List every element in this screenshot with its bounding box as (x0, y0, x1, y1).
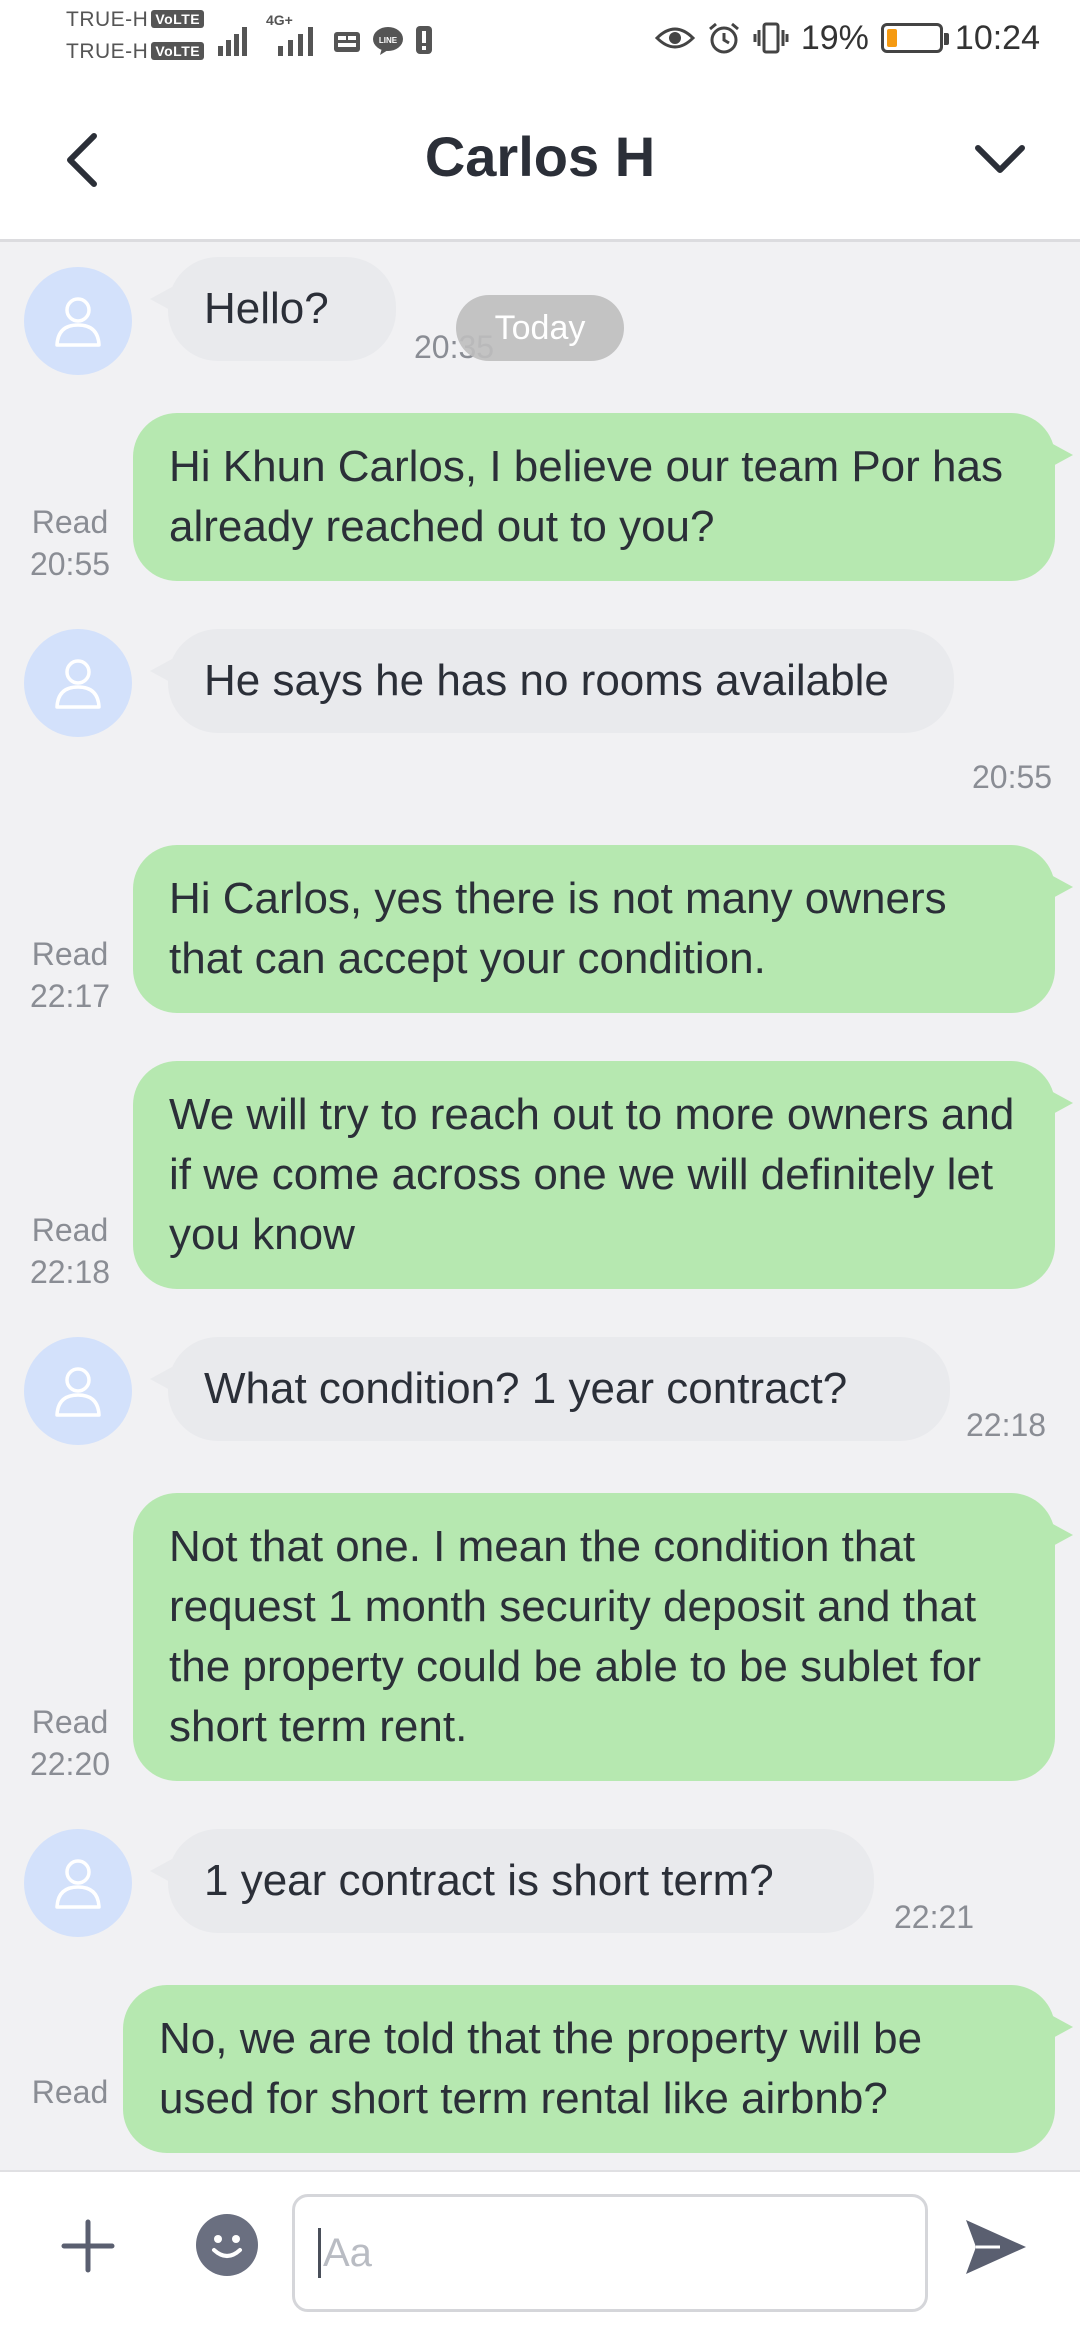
carrier-label-1: TRUE-H VoLTE (66, 8, 205, 32)
carrier-label-2: TRUE-H VoLTE (66, 40, 205, 64)
battery-percent: 19% (800, 18, 869, 57)
clock: 10:24 (954, 18, 1040, 57)
text-caret (318, 2228, 321, 2278)
status-bar: TRUE-H VoLTE TRUE-H VoLTE 4G+ LINE 19% 10:… (0, 0, 1080, 78)
read-receipt: Read 20:55 (29, 504, 111, 582)
avatar[interactable] (24, 1829, 132, 1937)
volte-badge: VoLTE (151, 42, 205, 60)
signal-icon (218, 27, 247, 56)
user-icon (55, 1859, 101, 1909)
message-time: 20:55 (972, 759, 1053, 795)
chat-header: Carlos H (0, 78, 1080, 242)
message-time: 22:21 (894, 1899, 975, 1935)
signal-4g-icon: 4G+ (262, 12, 322, 56)
battery-icon (880, 23, 949, 53)
add-attachment-button[interactable] (58, 2216, 118, 2276)
avatar[interactable] (24, 1337, 132, 1445)
message-list[interactable]: Hello? 20:35 Today Read 20:55 Hi Khun Ca… (0, 245, 1080, 2170)
message-bubble-outgoing[interactable]: No, we are told that the property will b… (123, 1985, 1073, 2153)
read-receipt: Read 22:20 (29, 1704, 111, 1782)
app-notification-icon (334, 32, 360, 52)
read-receipt: Read 22:18 (29, 1212, 111, 1290)
page-title: Carlos H (424, 125, 656, 188)
eye-icon (654, 27, 695, 49)
message-bubble-outgoing[interactable]: Hi Carlos, yes there is not many owners … (133, 845, 1073, 1013)
message-bubble-incoming[interactable]: He says he has no rooms available (150, 629, 954, 733)
svg-text:LINE: LINE (379, 36, 398, 45)
avatar[interactable] (24, 629, 132, 737)
chevron-down-icon (975, 145, 1025, 173)
status-icons-right: 19% 10:24 (654, 16, 1040, 60)
line-app-icon: LINE (373, 27, 403, 55)
send-button[interactable] (960, 2212, 1030, 2282)
plus-icon (61, 2219, 115, 2273)
vibrate-icon (753, 22, 789, 54)
smiley-icon (212, 2235, 242, 2258)
message-bubble-incoming[interactable]: 1 year contract is short term? (150, 1829, 874, 1933)
emoji-button[interactable] (196, 2214, 258, 2276)
message-bubble-outgoing[interactable]: We will try to reach out to more owners … (133, 1061, 1073, 1289)
message-input[interactable] (292, 2194, 928, 2312)
message-time: 22:18 (966, 1407, 1047, 1443)
message-bubble-outgoing[interactable]: Not that one. I mean the condition that … (133, 1493, 1073, 1781)
menu-toggle-button[interactable] (968, 128, 1032, 192)
alarm-icon (708, 22, 739, 54)
send-icon (966, 2220, 1026, 2274)
status-icons-left: 4G+ LINE (218, 12, 434, 56)
message-bubble-incoming[interactable]: What condition? 1 year contract? (150, 1337, 950, 1441)
user-icon (55, 297, 101, 347)
read-receipt: Read (31, 2074, 109, 2110)
volte-badge: VoLTE (151, 10, 205, 28)
read-receipt: Read 22:17 (29, 936, 111, 1014)
message-bubble-incoming[interactable]: Hello? (150, 257, 396, 361)
message-bubble-outgoing[interactable]: Hi Khun Carlos, I believe our team Por h… (133, 413, 1073, 581)
user-icon (55, 1367, 101, 1417)
composer-bar (0, 2170, 1080, 2340)
avatar[interactable] (24, 267, 132, 375)
user-icon (55, 659, 101, 709)
alert-icon (416, 26, 432, 54)
date-separator: Today (456, 295, 624, 361)
